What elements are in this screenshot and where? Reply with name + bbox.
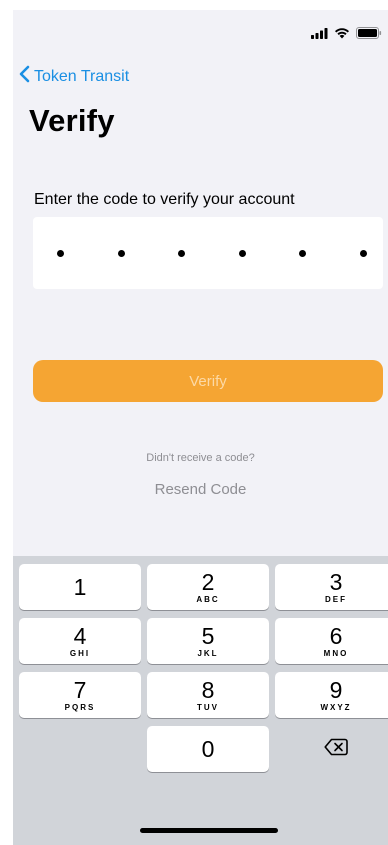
battery-icon xyxy=(356,26,382,44)
code-digit-dot xyxy=(178,249,186,257)
key-7[interactable]: 7 PQRS xyxy=(19,672,141,718)
key-digit: 4 xyxy=(73,622,87,649)
key-2[interactable]: 2 ABC xyxy=(147,564,269,610)
status-bar xyxy=(13,10,388,54)
key-digit: 9 xyxy=(329,676,343,703)
key-letters: PQRS xyxy=(64,702,96,712)
code-prompt-label: Enter the code to verify your account xyxy=(34,191,295,208)
backspace-key[interactable] xyxy=(275,726,388,772)
key-5[interactable]: 5 JKL xyxy=(147,618,269,664)
key-letters: MNO xyxy=(323,648,349,658)
key-digit: 6 xyxy=(329,622,343,649)
key-0[interactable]: 0 xyxy=(147,726,269,772)
wifi-icon xyxy=(334,26,350,44)
key-digit: 2 xyxy=(201,568,215,595)
key-digit: 1 xyxy=(73,574,87,600)
key-digit: 0 xyxy=(201,736,215,762)
code-digit-dot xyxy=(57,249,64,257)
signal-icon xyxy=(311,26,328,44)
back-label: Token Transit xyxy=(34,67,130,85)
code-digit-dot xyxy=(299,249,307,257)
key-digit: 8 xyxy=(201,676,215,703)
verify-button[interactable]: Verify xyxy=(33,360,383,402)
code-digit-dot xyxy=(238,249,246,257)
key-letters: DEF xyxy=(325,594,347,604)
key-4[interactable]: 4 GHI xyxy=(19,618,141,664)
code-digit-dot xyxy=(117,249,125,257)
resend-code-button[interactable]: Resend Code xyxy=(13,481,388,498)
key-3[interactable]: 3 DEF xyxy=(275,564,388,610)
key-6[interactable]: 6 MNO xyxy=(275,618,388,664)
backspace-icon xyxy=(324,738,348,761)
key-digit: 3 xyxy=(329,568,343,595)
verification-code-input[interactable] xyxy=(33,217,383,289)
page-title: Verify xyxy=(29,103,115,138)
key-9[interactable]: 9 WXYZ xyxy=(275,672,388,718)
key-letters: ABC xyxy=(196,594,220,604)
code-digit-dot xyxy=(359,249,367,257)
key-letters: GHI xyxy=(69,648,91,658)
numeric-keypad: 1 2 ABC 3 DEF 4 GHI 5 JKL 6 MNO 7 PQRS 8 xyxy=(13,556,388,845)
home-indicator[interactable] xyxy=(140,828,278,833)
back-button[interactable]: Token Transit xyxy=(19,65,129,88)
key-letters: TUV xyxy=(197,702,219,712)
key-letters: JKL xyxy=(197,648,219,658)
verify-screen: Token Transit Verify Enter the code to v… xyxy=(13,10,388,845)
key-digit: 5 xyxy=(201,622,215,649)
status-icons xyxy=(311,26,382,44)
key-letters: WXYZ xyxy=(320,702,352,712)
key-1[interactable]: 1 xyxy=(19,564,141,610)
key-8[interactable]: 8 TUV xyxy=(147,672,269,718)
key-digit: 7 xyxy=(73,676,87,703)
no-code-text: Didn't receive a code? xyxy=(146,452,255,464)
chevron-left-icon xyxy=(19,65,30,88)
